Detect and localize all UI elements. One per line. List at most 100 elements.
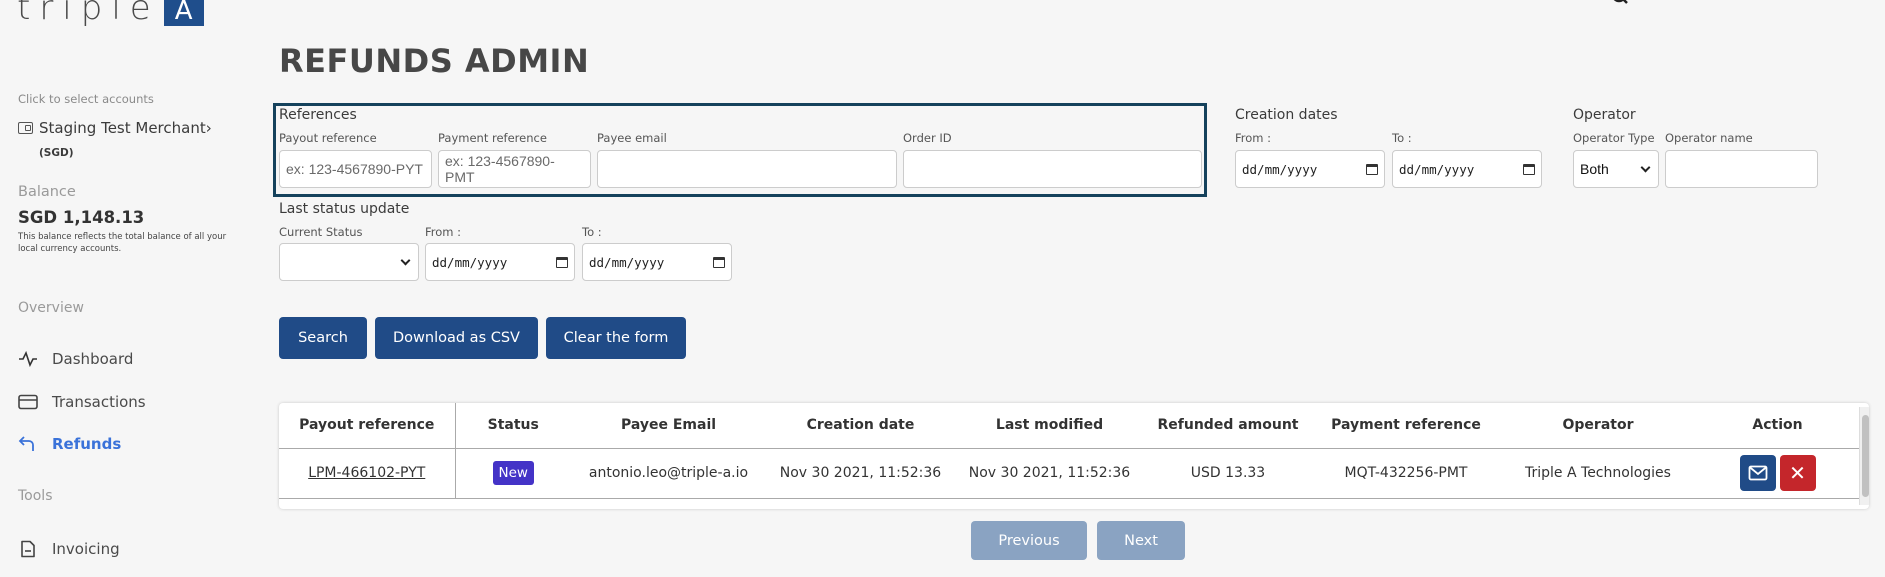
nav-section-tools: Tools (18, 488, 53, 504)
payment-reference-input[interactable]: ex: 123-4567890-PMT (438, 150, 591, 188)
column-header: Action (1696, 403, 1859, 449)
download-csv-button[interactable]: Download as CSV (375, 317, 538, 359)
status-from-date-input[interactable]: dd/mm/yyyy (425, 243, 575, 281)
column-header: Operator (1500, 403, 1696, 449)
select-value: Both (1580, 161, 1609, 177)
date-value: dd/mm/yyyy (589, 254, 665, 270)
clear-form-button[interactable]: Clear the form (546, 317, 686, 359)
calendar-icon[interactable] (1523, 163, 1535, 175)
operator-title: Operator (1573, 107, 1636, 123)
order-id-input[interactable] (903, 150, 1202, 188)
payee-email-input[interactable] (597, 150, 897, 188)
activity-icon (18, 350, 38, 368)
creation-dates-title: Creation dates (1235, 107, 1338, 123)
status-to-date-input[interactable]: dd/mm/yyyy (582, 243, 732, 281)
sidebar-item-label: Invoicing (52, 540, 120, 558)
payment-reference-cell: MQT-432256-PMT (1312, 448, 1500, 499)
date-value: dd/mm/yyyy (432, 254, 508, 270)
status-to-label: To : (582, 225, 602, 239)
status-badge: New (492, 461, 534, 485)
account-selector[interactable]: Staging Test Merchant › (18, 119, 212, 137)
account-currency: (SGD) (39, 147, 74, 159)
creation-date-cell: Nov 30 2021, 11:52:36 (766, 448, 955, 499)
column-header: Payee Email (571, 403, 766, 449)
sidebar-item-label: Dashboard (52, 350, 134, 368)
payout-reference-link[interactable]: LPM-466102-PYT (308, 465, 425, 481)
calendar-icon[interactable] (1366, 163, 1378, 175)
current-status-select[interactable] (279, 243, 419, 281)
next-page-button[interactable]: Next (1097, 521, 1185, 560)
date-value: dd/mm/yyyy (1242, 161, 1318, 177)
column-header: Last modified (955, 403, 1144, 449)
wallet-icon (18, 122, 33, 134)
sidebar-item-label: Transactions (52, 393, 146, 411)
sidebar-item-refunds[interactable]: Refunds (18, 435, 121, 453)
chevron-down-icon (1640, 162, 1651, 172)
payout-reference-label: Payout reference (279, 131, 377, 145)
last-modified-cell: Nov 30 2021, 11:52:36 (955, 448, 1144, 499)
column-header: Refunded amount (1144, 403, 1312, 449)
creation-from-date-input[interactable]: dd/mm/yyyy (1235, 150, 1385, 188)
payee-email-label: Payee email (597, 131, 667, 145)
account-select-hint: Click to select accounts (18, 92, 154, 106)
operator-name-label: Operator name (1665, 131, 1753, 145)
logo[interactable]: triple A (17, 0, 204, 28)
column-header: Payment reference (1312, 403, 1500, 449)
column-header: Payout reference (279, 403, 456, 449)
send-email-button[interactable] (1739, 455, 1776, 491)
action-cell: ✕ (1696, 448, 1859, 499)
sidebar-item-dashboard[interactable]: Dashboard (18, 350, 133, 368)
previous-page-button[interactable]: Previous (971, 521, 1087, 560)
operator-name-input[interactable] (1665, 150, 1818, 188)
payout-reference-cell: LPM-466102-PYT (279, 448, 456, 499)
date-value: dd/mm/yyyy (1399, 161, 1475, 177)
sidebar: triple A Click to select accounts Stagin… (0, 0, 260, 577)
sidebar-item-invoicing[interactable]: Invoicing (18, 540, 120, 558)
operator-cell: Triple A Technologies (1500, 448, 1696, 499)
creation-to-date-input[interactable]: dd/mm/yyyy (1392, 150, 1542, 188)
sidebar-item-transactions[interactable]: Transactions (18, 393, 146, 411)
nav-section-overview: Overview (18, 300, 84, 316)
creation-from-label: From : (1235, 131, 1272, 145)
document-icon (18, 540, 38, 558)
table-header-row: Payout reference Status Payee Email Crea… (279, 403, 1859, 449)
table-row: LPM-466102-PYT New antonio.leo@triple-a.… (279, 448, 1859, 499)
logo-text: triple (17, 0, 160, 28)
balance-note: This balance reflects the total balance … (18, 232, 227, 254)
search-icon[interactable] (1612, 0, 1630, 6)
payee-email-cell: antonio.leo@triple-a.io (571, 448, 766, 499)
search-button[interactable]: Search (279, 317, 367, 359)
page-title: REFUNDS ADMIN (279, 42, 590, 80)
logo-mark: A (163, 0, 204, 26)
chevron-right-icon: › (205, 119, 212, 137)
column-header: Status (455, 403, 571, 449)
order-id-label: Order ID (903, 131, 952, 145)
column-header: Creation date (766, 403, 955, 449)
chevron-down-icon (400, 255, 411, 265)
current-status-label: Current Status (279, 225, 363, 239)
refunded-amount-cell: USD 13.33 (1144, 448, 1312, 499)
scrollbar-thumb[interactable] (1862, 415, 1869, 497)
operator-type-label: Operator Type (1573, 131, 1655, 145)
table-scrollbar[interactable] (1859, 407, 1869, 505)
status-cell: New (455, 448, 571, 499)
refunds-table: Payout reference Status Payee Email Crea… (279, 403, 1869, 509)
credit-card-icon (18, 393, 38, 411)
payout-reference-input[interactable]: ex: 123-4567890-PYT (279, 150, 432, 188)
calendar-icon[interactable] (556, 256, 568, 268)
reply-arrow-icon (18, 435, 38, 453)
delete-button[interactable]: ✕ (1779, 455, 1816, 491)
sidebar-item-label: Refunds (52, 435, 122, 453)
references-title: References (279, 107, 357, 123)
status-from-label: From : (425, 225, 462, 239)
creation-to-label: To : (1392, 131, 1412, 145)
calendar-icon[interactable] (713, 256, 725, 268)
merchant-name: Staging Test Merchant (39, 119, 206, 137)
payment-reference-label: Payment reference (438, 131, 547, 145)
balance-value: SGD 1,148.13 (18, 208, 145, 227)
last-status-title: Last status update (279, 201, 410, 217)
mail-icon (1748, 465, 1767, 481)
close-icon: ✕ (1789, 461, 1806, 485)
operator-type-select[interactable]: Both (1573, 150, 1659, 188)
balance-label: Balance (18, 184, 76, 200)
